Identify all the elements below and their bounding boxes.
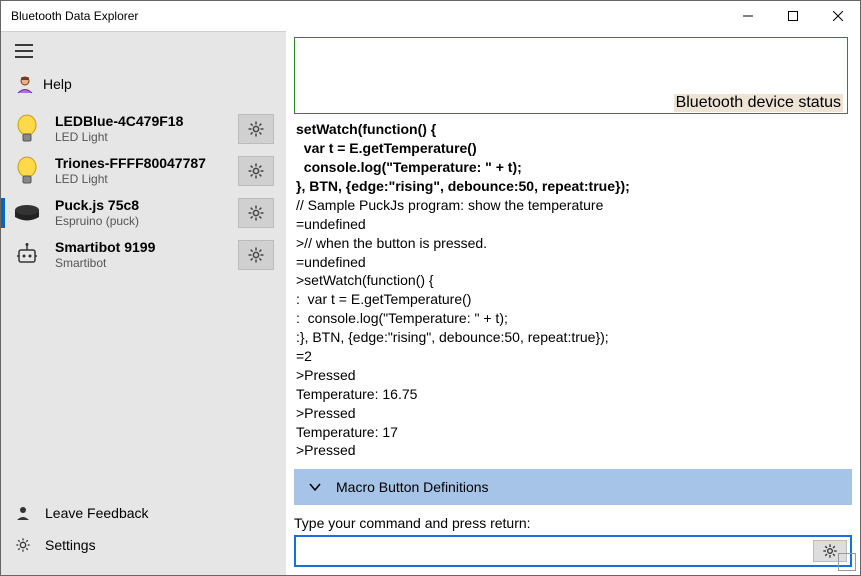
close-button[interactable] [815,1,860,31]
device-subtitle: LED Light [55,172,238,186]
device-row[interactable]: Smartibot 9199Smartibot [1,234,280,276]
device-list: LEDBlue-4C479F18LED LightTriones-FFFF800… [1,108,286,276]
macro-label: Macro Button Definitions [336,479,489,495]
console-line: : var t = E.getTemperature() [296,290,852,309]
robot-icon [9,237,45,273]
console-line: =undefined [296,253,852,272]
gear-icon [15,537,31,553]
device-subtitle: Espruino (puck) [55,214,238,228]
window-title: Bluetooth Data Explorer [1,9,138,23]
device-settings-button[interactable] [238,198,274,228]
puck-icon [9,195,45,231]
device-settings-button[interactable] [238,240,274,270]
command-label: Type your command and press return: [294,515,852,531]
console-line: >Pressed [296,404,852,423]
device-text: Puck.js 75c8Espruino (puck) [55,197,238,228]
console-line: // Sample PuckJs program: show the tempe… [296,196,852,215]
help-label: Help [43,76,72,92]
gear-icon [822,543,838,559]
title-bar: Bluetooth Data Explorer [1,1,860,31]
console-line: >// when the button is pressed. [296,234,852,253]
console-line: console.log("Temperature: " + t); [296,158,852,177]
status-box: Bluetooth device status [294,37,848,114]
device-row[interactable]: LEDBlue-4C479F18LED Light [1,108,280,150]
console-line: >Pressed [296,366,852,385]
settings-label: Settings [45,537,96,553]
person-icon [15,505,31,521]
device-settings-button[interactable] [238,114,274,144]
main-pane: Bluetooth device status setWatch(functio… [286,31,860,575]
sidebar-footer: Leave Feedback Settings [1,487,286,575]
console-line: >Pressed [296,441,852,460]
console-line: var t = E.getTemperature() [296,139,852,158]
bulb-icon [9,111,45,147]
menu-button[interactable] [1,32,286,66]
hamburger-icon [15,44,33,58]
device-title: Triones-FFFF80047787 [55,155,238,172]
chevron-down-icon [308,480,322,494]
console-line: =2 [296,347,852,366]
command-row [294,535,852,567]
minimize-button[interactable] [725,1,770,31]
console-line: :}, BTN, {edge:"rising", debounce:50, re… [296,328,852,347]
device-title: LEDBlue-4C479F18 [55,113,238,130]
resize-grip[interactable] [838,553,856,571]
help-icon [15,74,35,94]
console-line: }, BTN, {edge:"rising", debounce:50, rep… [296,177,852,196]
maximize-button[interactable] [770,1,815,31]
device-subtitle: Smartibot [55,256,238,270]
bulb-icon [9,153,45,189]
feedback-label: Leave Feedback [45,505,149,521]
device-row[interactable]: Triones-FFFF80047787LED Light [1,150,280,192]
device-row[interactable]: Puck.js 75c8Espruino (puck) [1,192,280,234]
device-text: LEDBlue-4C479F18LED Light [55,113,238,144]
macro-definitions-button[interactable]: Macro Button Definitions [294,469,852,505]
console-line: : console.log("Temperature: " + t); [296,309,852,328]
console-line: Temperature: 17 [296,423,852,442]
console-line: setWatch(function() { [296,120,852,139]
help-button[interactable]: Help [1,66,286,108]
status-label: Bluetooth device status [674,94,843,112]
settings-button[interactable]: Settings [15,529,272,561]
device-text: Smartibot 9199Smartibot [55,239,238,270]
window-controls [725,1,860,31]
console-line: =undefined [296,215,852,234]
leave-feedback-button[interactable]: Leave Feedback [15,497,272,529]
device-title: Smartibot 9199 [55,239,238,256]
command-input[interactable] [296,537,810,565]
console-line: Temperature: 17.5 [296,460,852,463]
device-settings-button[interactable] [238,156,274,186]
device-subtitle: LED Light [55,130,238,144]
console-line: Temperature: 16.75 [296,385,852,404]
device-text: Triones-FFFF80047787LED Light [55,155,238,186]
console-output: setWatch(function() { var t = E.getTempe… [294,120,852,463]
sidebar: Help LEDBlue-4C479F18LED LightTriones-FF… [1,31,286,575]
console-line: >setWatch(function() { [296,271,852,290]
device-title: Puck.js 75c8 [55,197,238,214]
